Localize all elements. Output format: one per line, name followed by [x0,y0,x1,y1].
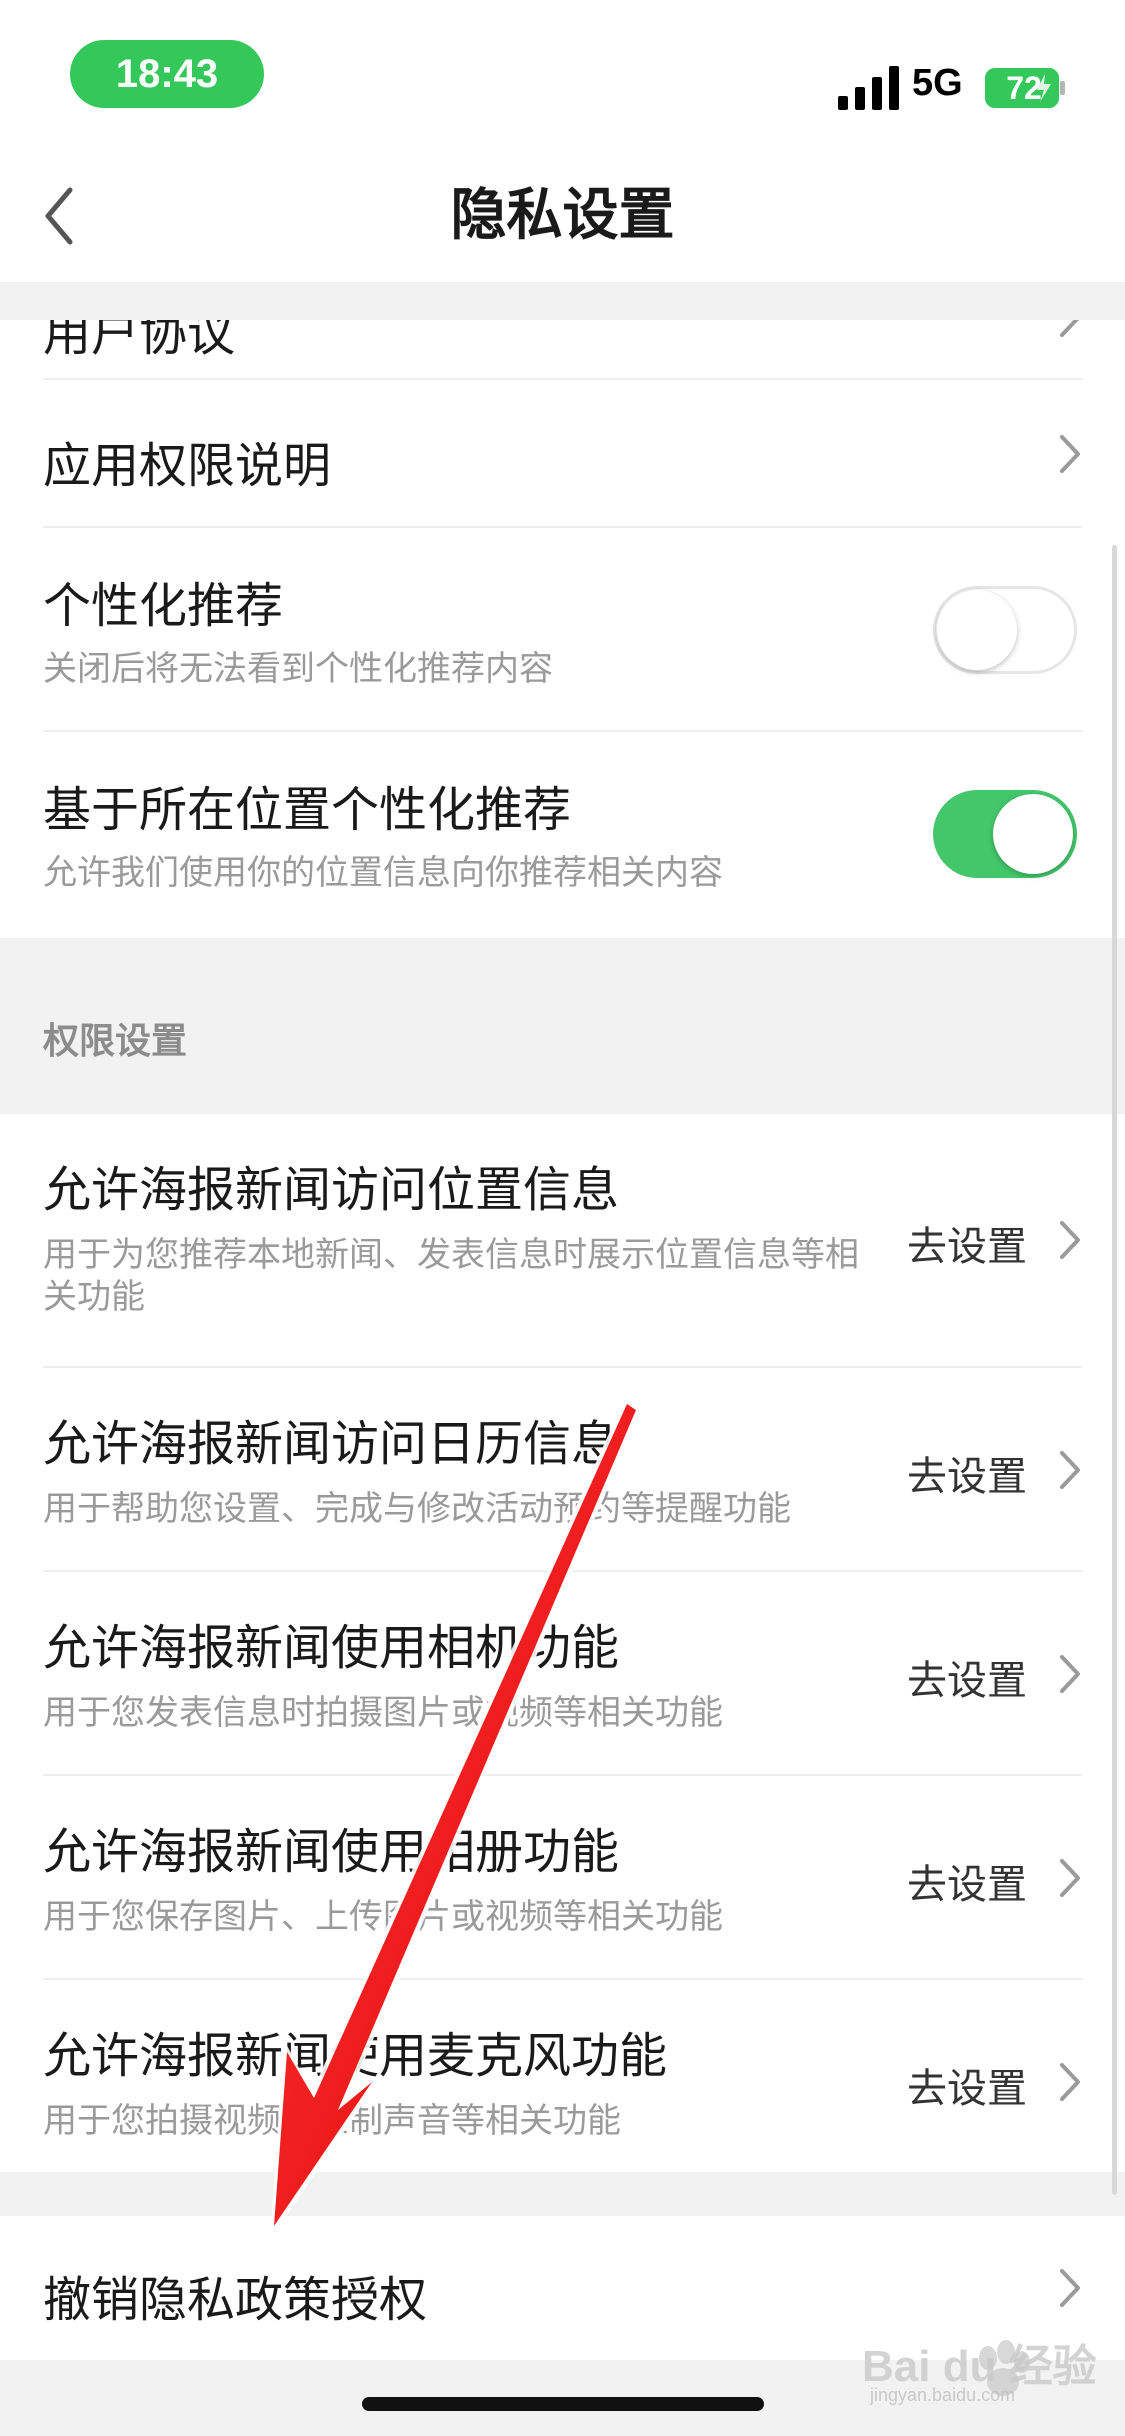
chevron-right-icon [1060,2063,1080,2101]
list-item-location-recommendation: 基于所在位置个性化推荐 允许我们使用你的位置信息向你推荐相关内容 [0,732,1125,938]
privacy-options-section: 用户协议 应用权限说明 个性化推荐 关闭后将无法看到个性化推荐内容 基于所在位置… [0,320,1125,938]
chevron-right-icon [1060,1221,1080,1259]
list-item-calendar-permission[interactable]: 允许海报新闻访问日历信息 用于帮助您设置、完成与修改活动预约等提醒功能 去设置 [0,1368,1125,1572]
row-title: 基于所在位置个性化推荐 [43,782,572,838]
row-subtitle: 关闭后将无法看到个性化推荐内容 [43,649,553,689]
list-item-microphone-permission[interactable]: 允许海报新闻使用麦克风功能 用于您拍摄视频或录制声音等相关功能 去设置 [0,1980,1125,2172]
row-title: 允许海报新闻使用相册功能 [43,1824,620,1880]
status-bar: 18:43 5G 72 [0,0,1125,150]
toggle-knob [937,590,1017,670]
list-item-album-permission[interactable]: 允许海报新闻使用相册功能 用于您保存图片、上传图片或视频等相关功能 去设置 [0,1776,1125,1980]
go-settings-label: 去设置 [907,1224,1027,1270]
go-settings-label: 去设置 [907,1454,1027,1500]
page-title: 隐私设置 [450,183,675,248]
scroll-indicator[interactable] [1112,545,1117,2195]
personalized-recommendation-toggle[interactable] [933,586,1077,674]
chevron-right-icon [1060,320,1079,337]
list-item-personalized-recommendation: 个性化推荐 关闭后将无法看到个性化推荐内容 [0,528,1125,732]
section-header-permissions: 权限设置 [43,1021,188,1062]
chevron-right-icon [1060,2269,1080,2307]
home-indicator[interactable] [362,2397,764,2411]
list-item-camera-permission[interactable]: 允许海报新闻使用相机功能 用于您发表信息时拍摄图片或视频等相关功能 去设置 [0,1572,1125,1776]
settings-content: 用户协议 应用权限说明 个性化推荐 关闭后将无法看到个性化推荐内容 基于所在位置… [0,282,1125,2436]
go-settings-label: 去设置 [907,1862,1027,1908]
row-title: 允许海报新闻访问位置信息 [43,1162,620,1218]
go-settings-label: 去设置 [907,1658,1027,1704]
row-title: 个性化推荐 [43,578,284,634]
navigation-bar: 隐私设置 [0,150,1125,282]
row-subtitle: 用于帮助您设置、完成与修改活动预约等提醒功能 [43,1489,791,1529]
row-subtitle: 用于您拍摄视频或录制声音等相关功能 [43,2101,621,2141]
chevron-right-icon [1060,1451,1080,1489]
row-title: 允许海报新闻访问日历信息 [43,1416,620,1472]
watermark-url: jingyan.baidu.com [870,2385,1016,2405]
permissions-section: 允许海报新闻访问位置信息 用于为您推荐本地新闻、发表信息时展示位置信息等相关功能… [0,1114,1125,2172]
row-subtitle: 用于为您推荐本地新闻、发表信息时展示位置信息等相关功能 [43,1235,859,1317]
row-subtitle: 用于您发表信息时拍摄图片或视频等相关功能 [43,1693,723,1733]
list-item-location-permission[interactable]: 允许海报新闻访问位置信息 用于为您推荐本地新闻、发表信息时展示位置信息等相关功能… [0,1114,1125,1368]
row-title: 用户协议 [43,306,236,362]
chevron-right-icon [1060,435,1080,473]
network-type: 5G [912,62,963,104]
go-settings-label: 去设置 [907,2066,1027,2112]
row-subtitle: 允许我们使用你的位置信息向你推荐相关内容 [43,853,723,893]
row-title: 允许海报新闻使用相机功能 [43,1620,620,1676]
battery-level: 72 [1006,70,1042,106]
back-chevron-icon[interactable] [34,180,84,252]
chevron-right-icon [1060,1655,1080,1693]
cellular-signal-icon [838,66,899,110]
row-title: 撤销隐私政策授权 [43,2272,428,2328]
row-title: 应用权限说明 [43,438,332,494]
toggle-knob [993,794,1073,874]
row-title: 允许海报新闻使用麦克风功能 [43,2028,668,2084]
chevron-right-icon [1060,1859,1080,1897]
status-time: 18:43 [70,40,264,108]
list-item-app-permissions-info[interactable]: 应用权限说明 [0,380,1125,528]
row-subtitle: 用于您保存图片、上传图片或视频等相关功能 [43,1897,723,1937]
location-recommendation-toggle[interactable] [933,790,1077,878]
